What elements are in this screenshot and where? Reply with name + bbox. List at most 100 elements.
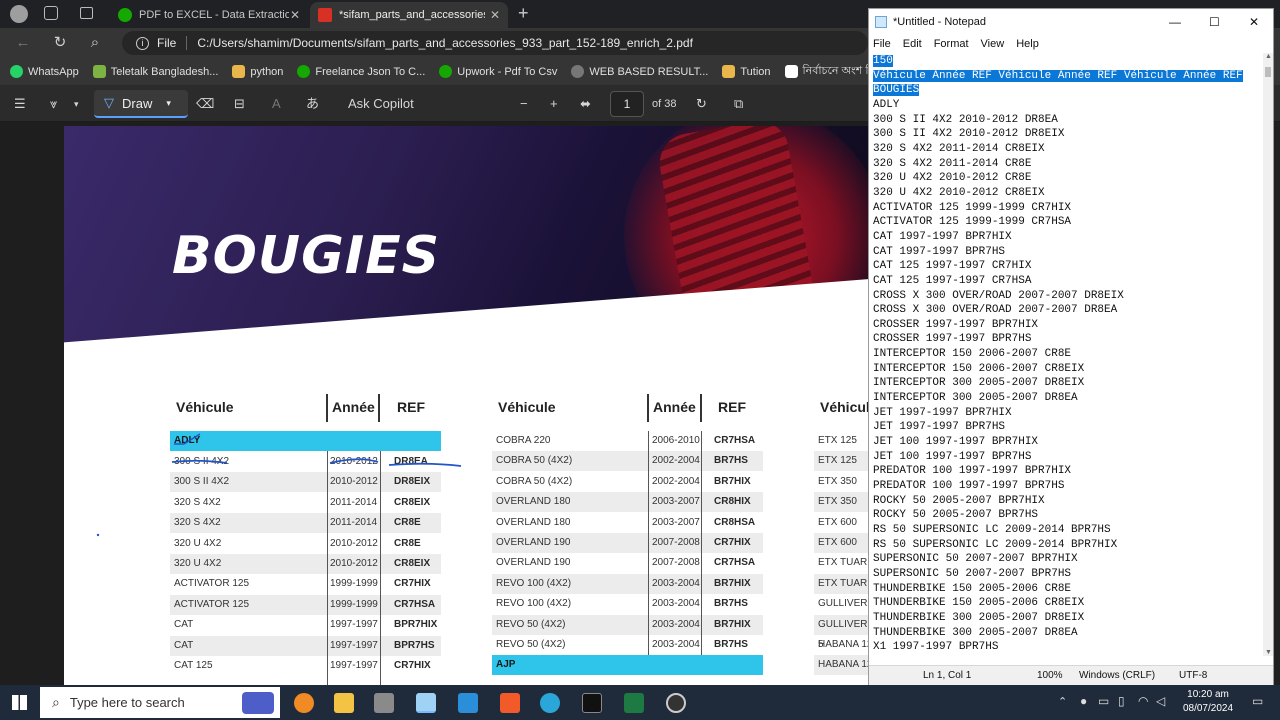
new-tab-button[interactable]: +: [518, 3, 529, 24]
vertical-scrollbar[interactable]: ▲ ▼: [1263, 53, 1273, 656]
search-icon: ⌕: [52, 694, 60, 710]
calculator-icon[interactable]: [374, 693, 394, 713]
text-line: ACTIVATOR 125 1999-1999 CR7HSA: [873, 216, 1072, 229]
excel-icon[interactable]: [624, 693, 644, 713]
bookmark-upwork[interactable]: Upwork - Pdf To Csv: [439, 65, 557, 78]
menu-view[interactable]: View: [981, 35, 1005, 53]
back-arrow-icon[interactable]: ←: [14, 34, 32, 52]
text-line: 320 S 4X2 2011-2014 CR8E: [873, 157, 1032, 170]
taskbar: ⌕ Type here to search ⌃ ● ▭ ▯ ◠ ◁ 10:20 …: [0, 685, 1280, 720]
pdf-icon: [318, 8, 332, 22]
notifications-icon[interactable]: ▭: [1252, 694, 1263, 708]
text-line: SUPERSONIC 50 2007-2007 BPR7HIX: [873, 553, 1078, 566]
tab-actions-icon[interactable]: [80, 7, 93, 19]
zoom-in-button[interactable]: +: [550, 95, 558, 113]
menu-format[interactable]: Format: [934, 35, 969, 53]
profile-avatar[interactable]: [10, 5, 28, 23]
url-text[interactable]: C:/Users/shamim/Documents/sifam_parts_an…: [197, 36, 693, 50]
text-box-icon[interactable]: ⊟: [234, 95, 245, 113]
tab-label: *sifam_parts_and_accessories_93: [339, 9, 485, 21]
text-line: CAT 1997-1997 BPR7HIX: [873, 230, 1012, 243]
search-app-icon[interactable]: [294, 693, 314, 713]
taskbar-search[interactable]: ⌕ Type here to search: [40, 687, 280, 718]
info-icon[interactable]: i: [136, 36, 149, 50]
zoom-out-button[interactable]: −: [520, 95, 528, 113]
bookmark-result[interactable]: WEB BASED RESULT...: [571, 65, 708, 78]
refresh-icon[interactable]: ↻: [51, 34, 69, 52]
menu-edit[interactable]: Edit: [903, 35, 922, 53]
page-number-input[interactable]: 1: [610, 91, 644, 117]
bookmark-python[interactable]: python: [232, 65, 283, 78]
read-aloud-icon[interactable]: A: [272, 95, 281, 113]
text-line: PREDATOR 100 1997-1997 BPR7HIX: [873, 465, 1072, 478]
system-clock[interactable]: 10:20 am 08/07/2024: [1178, 688, 1238, 716]
clock-time: 10:20 am: [1187, 689, 1229, 700]
menu-help[interactable]: Help: [1016, 35, 1039, 53]
text-editor[interactable]: 150 Véhicule Année REF Véhicule Année RE…: [869, 53, 1263, 656]
text-line: X1 1997-1997 BPR7HS: [873, 641, 999, 654]
bookmark-tution[interactable]: Tution: [722, 65, 771, 78]
file-explorer-icon[interactable]: [334, 693, 354, 713]
terminal-icon[interactable]: [582, 693, 602, 713]
microphone-icon[interactable]: ●: [1080, 694, 1087, 708]
minimize-button[interactable]: —: [1169, 9, 1181, 35]
search-placeholder: Type here to search: [69, 695, 185, 710]
highlight-icon[interactable]: ⩔: [50, 95, 57, 113]
folder-icon: [232, 65, 246, 78]
close-tab-icon[interactable]: ✕: [290, 8, 300, 22]
volume-icon[interactable]: ◁: [1156, 694, 1165, 708]
whatsapp-icon: [10, 65, 23, 78]
pdf-viewer[interactable]: BOUGIES Véhicule Année REF Véhicule Anné…: [0, 122, 868, 685]
site-icon: [784, 65, 798, 78]
scrollbar-thumb[interactable]: [1265, 67, 1271, 77]
text-line: THUNDERBIKE 150 2005-2006 CR8EIX: [873, 597, 1085, 610]
workspaces-icon[interactable]: [44, 6, 58, 20]
text-line: ACTIVATOR 125 1999-1999 CR7HIX: [873, 201, 1072, 214]
translate-icon[interactable]: あ: [306, 95, 319, 113]
vscode-icon[interactable]: [458, 693, 478, 713]
line-ending: Windows (CRLF): [1079, 670, 1156, 681]
notepad-taskbar-icon[interactable]: [416, 693, 436, 713]
fit-page-icon[interactable]: ⬌: [580, 95, 591, 113]
title-text: *Untitled - Notepad: [893, 16, 986, 28]
eraser-icon[interactable]: ⌫: [196, 95, 214, 113]
address-field[interactable]: i File C:/Users/shamim/Documents/sifam_p…: [122, 31, 868, 55]
close-button[interactable]: ✕: [1249, 9, 1259, 35]
tray-chevron-icon[interactable]: ⌃: [1058, 695, 1067, 708]
scroll-down-arrow[interactable]: ▼: [1265, 649, 1272, 656]
maximize-button[interactable]: ☐: [1209, 9, 1220, 35]
text-line: RS 50 SUPERSONIC LC 2009-2014 BPR7HS: [873, 524, 1111, 536]
menu-file[interactable]: File: [873, 35, 891, 53]
ask-copilot-button[interactable]: Ask Copilot: [348, 95, 414, 113]
brave-icon[interactable]: [500, 693, 520, 713]
upwork-icon: [439, 65, 453, 78]
clock-date: 08/07/2024: [1182, 703, 1234, 714]
contents-icon[interactable]: ☰: [14, 95, 26, 113]
search-highlight-icon: [242, 691, 274, 714]
text-line: INTERCEPTOR 150 2006-2007 CR8E: [873, 348, 1072, 361]
page-view-icon[interactable]: ⧉: [734, 95, 743, 113]
tab-sifam-pdf[interactable]: *sifam_parts_and_accessories_93 ✕: [310, 2, 508, 28]
network-icon[interactable]: ▭: [1098, 694, 1109, 708]
text-line: CAT 125 1997-1997 CR7HIX: [873, 260, 1032, 273]
text-line: RS 50 SUPERSONIC LC 2009-2014 BPR7HIX: [873, 538, 1118, 551]
encoding: UTF-8: [1179, 670, 1208, 681]
text-line: THUNDERBIKE 300 2005-2007 DR8EA: [873, 626, 1078, 639]
rotate-icon[interactable]: ↻: [696, 95, 707, 113]
scroll-up-arrow[interactable]: ▲: [1265, 53, 1272, 60]
edge-icon[interactable]: [540, 693, 560, 713]
close-tab-icon[interactable]: ✕: [490, 8, 500, 22]
text-line: 320 U 4X2 2010-2012 CR8EIX: [873, 186, 1045, 199]
wifi-icon[interactable]: ◠: [1138, 694, 1148, 708]
bookmark-whatsapp[interactable]: WhatsApp: [10, 65, 79, 78]
battery-icon[interactable]: ▯: [1118, 694, 1125, 708]
text-line: PREDATOR 100 1997-1997 BPR7HS: [873, 480, 1065, 493]
search-icon[interactable]: ⌕: [86, 34, 104, 52]
bookmark-teletalk[interactable]: Teletalk Bangladesh...: [92, 65, 218, 78]
recorder-icon[interactable]: [666, 693, 686, 713]
draw-button[interactable]: ▽ Draw ▾: [94, 90, 188, 118]
windows-start-icon[interactable]: [12, 695, 27, 710]
tab-pdf-to-excel[interactable]: PDF to EXCEL - Data Extraction/E ✕: [110, 2, 308, 28]
chevron-down-icon[interactable]: ▾: [74, 95, 79, 113]
bookmark-freelance[interactable]: Freelance Json To C...: [297, 65, 425, 78]
